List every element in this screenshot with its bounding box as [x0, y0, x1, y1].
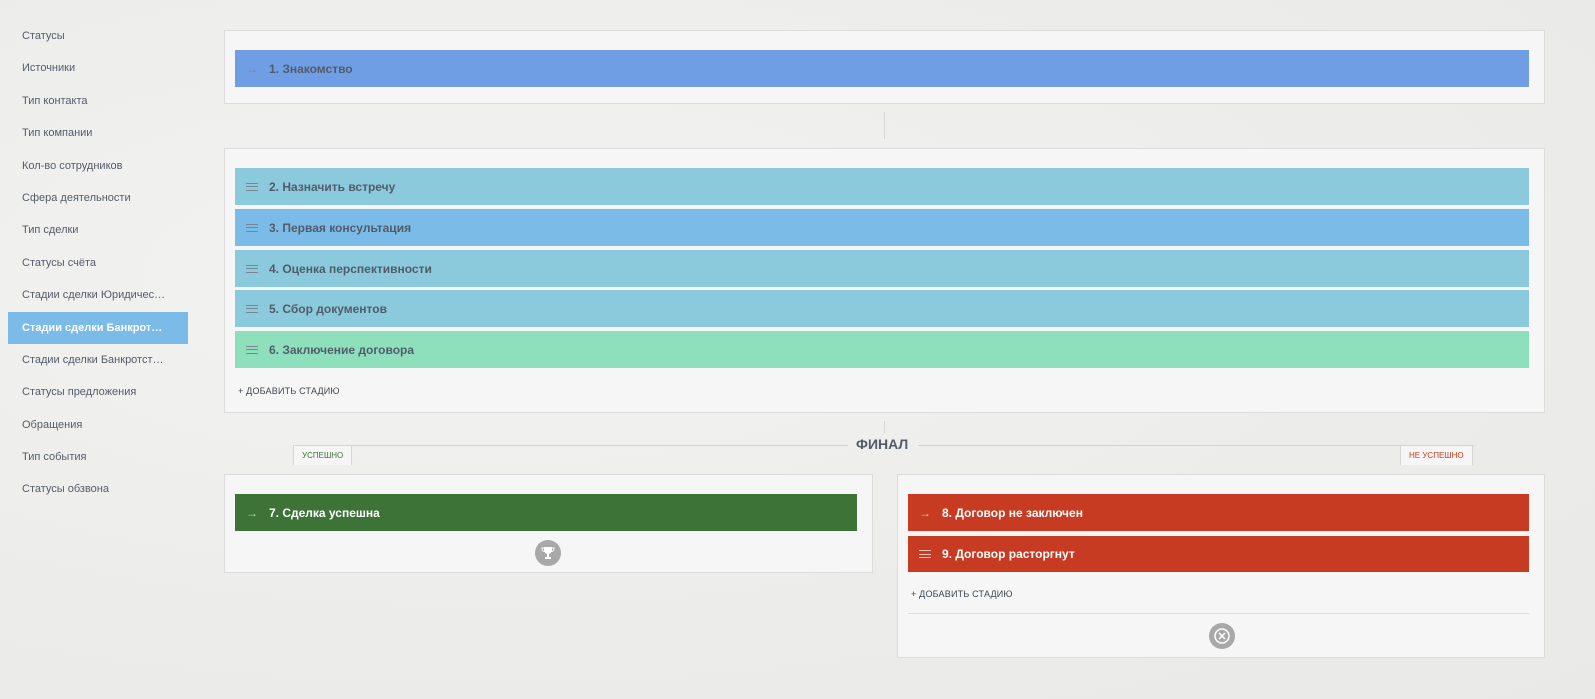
- stage-label: 4. Оценка перспективности: [269, 261, 432, 276]
- sidebar-item-call-statuses[interactable]: Статусы обзвона: [8, 473, 182, 505]
- sidebar-item-deal-type[interactable]: Тип сделки: [8, 214, 182, 246]
- stage-label: 5. Сбор документов: [269, 301, 387, 316]
- sidebar-item-deal-stages-bankruptcy-active[interactable]: Стадии сделки Банкрот…: [8, 311, 188, 344]
- sidebar-item-deal-stages-bankruptcy-2[interactable]: Стадии сделки Банкротст…: [8, 344, 182, 376]
- fail-panel: → 8. Договор не заключен 9. Договор раст…: [897, 474, 1545, 658]
- sidebar-item-company-type[interactable]: Тип компании: [8, 117, 182, 149]
- arrow-right-icon: →: [246, 505, 258, 520]
- connector-line-2: [884, 421, 885, 433]
- final-title: ФИНАЛ: [856, 436, 909, 452]
- final-divider-right: [918, 445, 1474, 446]
- stage-label: 7. Сделка успешна: [269, 505, 380, 520]
- drag-handle-icon[interactable]: [246, 343, 258, 356]
- stage-label: 2. Назначить встречу: [269, 179, 396, 194]
- stage-label: 9. Договор расторгнут: [942, 547, 1075, 561]
- stage-item-3[interactable]: 3. Первая консультация: [235, 209, 1529, 246]
- sidebar-item-invoice-statuses[interactable]: Статусы счёта: [8, 247, 182, 279]
- sidebar-item-industry[interactable]: Сфера деятельности: [8, 182, 182, 214]
- initial-stage-panel: → 1. Знакомство: [224, 30, 1545, 104]
- stage-item-9[interactable]: 9. Договор расторгнут: [908, 536, 1529, 572]
- cancel-circle-icon: [1209, 623, 1235, 649]
- sidebar-item-deal-stages-legal[interactable]: Стадии сделки Юридичес…: [8, 279, 182, 311]
- sidebar-item-event-type[interactable]: Тип события: [8, 441, 182, 473]
- stage-item-7[interactable]: → 7. Сделка успешна: [235, 494, 857, 531]
- sidebar-item-employees[interactable]: Кол-во сотрудников: [8, 150, 182, 182]
- drag-handle-icon[interactable]: [919, 548, 931, 561]
- sidebar-item-contact-type[interactable]: Тип контакта: [8, 85, 182, 117]
- success-panel: → 7. Сделка успешна: [224, 474, 873, 573]
- sidebar-item-statuses[interactable]: Статусы: [8, 20, 182, 52]
- stage-item-5[interactable]: 5. Сбор документов: [235, 290, 1529, 327]
- divider: [908, 613, 1529, 614]
- tab-fail: НЕ УСПЕШНО: [1400, 445, 1473, 465]
- arrow-right-icon: →: [919, 505, 931, 520]
- stage-item-2[interactable]: 2. Назначить встречу: [235, 168, 1529, 205]
- add-stage-button[interactable]: + ДОБАВИТЬ СТАДИЮ: [238, 386, 340, 396]
- stage-label: 6. Заключение договора: [269, 342, 415, 357]
- drag-handle-icon[interactable]: [246, 302, 258, 315]
- stage-item-4[interactable]: 4. Оценка перспективности: [235, 250, 1529, 287]
- process-stages-panel: 2. Назначить встречу 3. Первая консульта…: [224, 148, 1545, 413]
- tab-success: УСПЕШНО: [293, 445, 353, 465]
- stage-item-1[interactable]: → 1. Знакомство: [235, 50, 1529, 87]
- drag-handle-icon[interactable]: [246, 262, 258, 275]
- stage-label: 8. Договор не заключен: [942, 505, 1083, 520]
- sidebar-item-requests[interactable]: Обращения: [8, 409, 182, 441]
- stage-item-8[interactable]: → 8. Договор не заключен: [908, 494, 1529, 531]
- drag-handle-icon[interactable]: [246, 180, 258, 193]
- final-divider-left: [293, 445, 848, 446]
- stage-item-6[interactable]: 6. Заключение договора: [235, 331, 1529, 368]
- stage-label: 3. Первая консультация: [269, 220, 412, 235]
- sidebar: Статусы Источники Тип контакта Тип компа…: [8, 20, 198, 506]
- arrow-right-icon: →: [246, 61, 258, 76]
- sidebar-item-offer-statuses[interactable]: Статусы предложения: [8, 376, 182, 408]
- connector-line: [884, 112, 885, 139]
- sidebar-item-sources[interactable]: Источники: [8, 52, 182, 84]
- add-fail-stage-button[interactable]: + ДОБАВИТЬ СТАДИЮ: [911, 589, 1013, 599]
- stage-label: 1. Знакомство: [269, 61, 353, 76]
- trophy-icon: [535, 540, 561, 566]
- drag-handle-icon[interactable]: [246, 221, 258, 234]
